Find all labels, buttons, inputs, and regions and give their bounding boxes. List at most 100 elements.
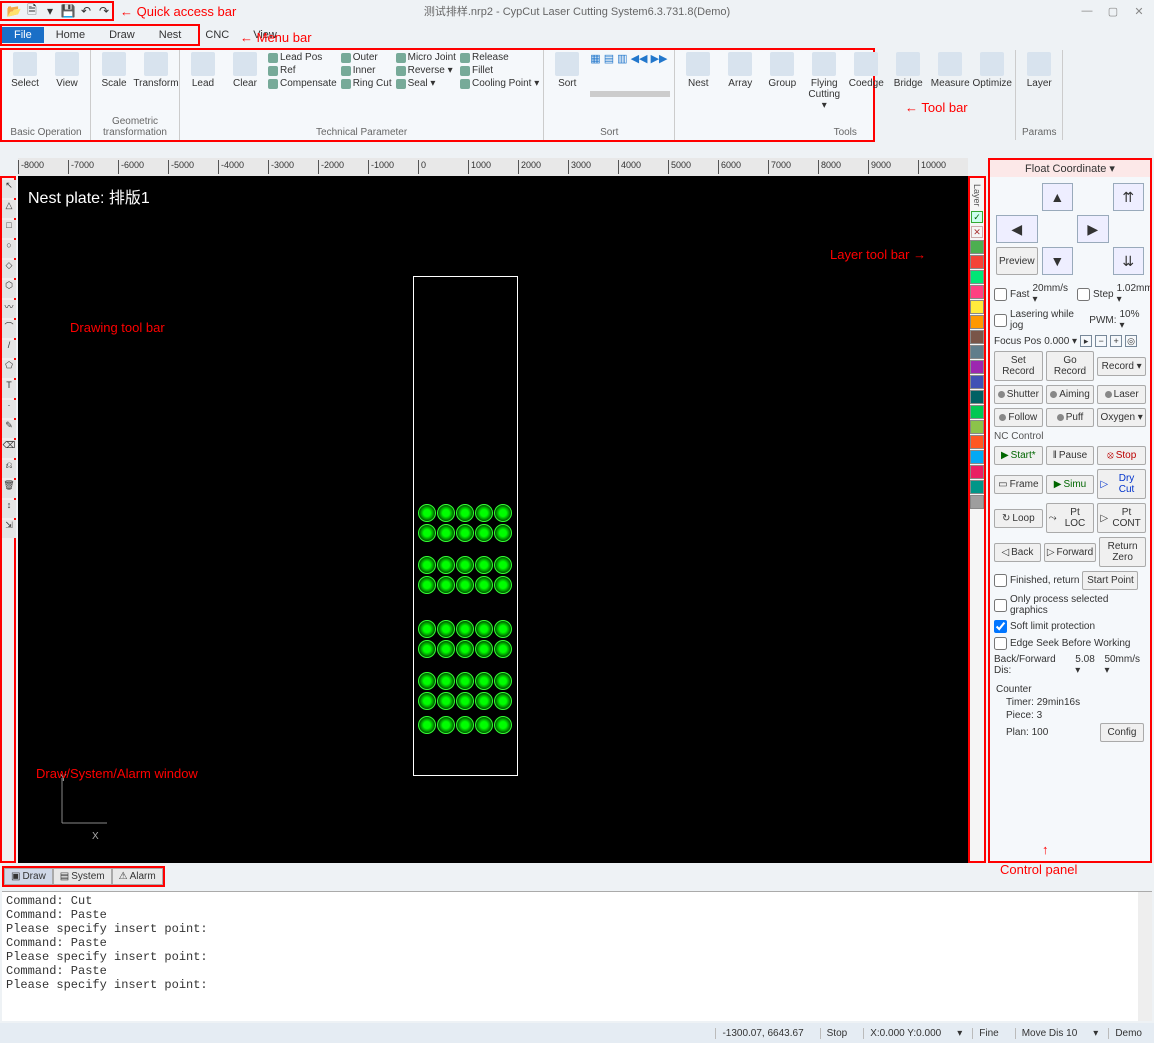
ribbon-group-button[interactable]: Group <box>763 52 801 89</box>
ribbon-lead-pos-button[interactable]: Lead Pos <box>268 52 337 63</box>
layer-swatch-4[interactable] <box>970 300 984 314</box>
ribbon-cooling-point--button[interactable]: Cooling Point ▾ <box>460 78 539 89</box>
layer-swatch-7[interactable] <box>970 345 984 359</box>
preview-button[interactable]: Preview <box>996 247 1038 275</box>
ribbon-release-button[interactable]: Release <box>460 52 539 63</box>
layer-swatch-11[interactable] <box>970 405 984 419</box>
drawtool-2[interactable]: □ <box>2 220 16 238</box>
drawtool-7[interactable]: ⌒ <box>2 320 16 338</box>
stop-button[interactable]: ⦻ Stop <box>1097 446 1146 465</box>
laser-button[interactable]: Laser <box>1097 385 1146 404</box>
drawtool-1[interactable]: △ <box>2 200 16 218</box>
backfwd-val1[interactable]: 5.08 ▾ <box>1075 654 1101 676</box>
drawtool-11[interactable]: · <box>2 400 16 418</box>
ptcont-button[interactable]: ▷ Pt CONT <box>1097 503 1146 533</box>
btab-draw[interactable]: ▣ Draw <box>4 868 53 885</box>
tab-draw[interactable]: Draw <box>97 27 147 43</box>
tab-home[interactable]: Home <box>44 27 97 43</box>
drawtool-5[interactable]: ⬡ <box>2 280 16 298</box>
maximize-button[interactable]: ▢ <box>1104 5 1122 18</box>
finished-checkbox[interactable] <box>994 574 1007 587</box>
drawtool-17[interactable]: ⇲ <box>2 520 16 538</box>
aiming-button[interactable]: Aiming <box>1046 385 1095 404</box>
tab-nest[interactable]: Nest <box>147 27 194 43</box>
layer-swatch-16[interactable] <box>970 480 984 494</box>
float-coordinate-dropdown[interactable]: Float Coordinate ▾ <box>990 160 1150 177</box>
ribbon-array-button[interactable]: Array <box>721 52 759 89</box>
follow-button[interactable]: Follow <box>994 408 1043 427</box>
tab-file[interactable]: File <box>2 27 44 43</box>
softlimit-checkbox[interactable] <box>994 620 1007 633</box>
close-button[interactable]: ✕ <box>1130 5 1148 18</box>
ribbon-select-button[interactable]: Select <box>6 52 44 89</box>
layer-swatch-13[interactable] <box>970 435 984 449</box>
nested-parts-row[interactable] <box>418 692 512 710</box>
ribbon-compensate-button[interactable]: Compensate <box>268 78 337 89</box>
ribbon-inner-button[interactable]: Inner <box>341 65 392 76</box>
drawtool-15[interactable]: 🗑 <box>2 480 16 498</box>
drawtool-14[interactable]: ⎌ <box>2 460 16 478</box>
step-value[interactable]: 1.02mm ▾ <box>1117 283 1152 305</box>
qat-save-icon[interactable]: 💾 <box>60 3 76 19</box>
qat-open-icon[interactable]: 📂 <box>6 3 22 19</box>
ribbon-coedge-button[interactable]: Coedge <box>847 52 885 89</box>
ribbon-sort-button[interactable]: Sort <box>548 52 586 89</box>
start-button[interactable]: ▶ Start* <box>994 446 1043 465</box>
drawtool-3[interactable]: ○ <box>2 240 16 258</box>
ribbon-nest-button[interactable]: Nest <box>679 52 717 89</box>
focus-minus-icon[interactable]: − <box>1095 335 1107 347</box>
focus-next-icon[interactable]: ▸ <box>1080 335 1092 347</box>
minimize-button[interactable]: — <box>1078 5 1096 18</box>
record-dd-button[interactable]: Record ▾ <box>1097 357 1146 376</box>
btab-system[interactable]: ▤ System <box>53 868 112 885</box>
qat-new-icon[interactable]: 🗎 <box>24 3 40 19</box>
puff-button[interactable]: Puff <box>1046 408 1095 427</box>
qat-dd-icon[interactable]: ▾ <box>42 3 58 19</box>
layer-swatch-0[interactable] <box>970 240 984 254</box>
fast-value[interactable]: 20mm/s ▾ <box>1032 283 1068 305</box>
ribbon-fillet-button[interactable]: Fillet <box>460 65 539 76</box>
config-button[interactable]: Config <box>1100 723 1144 742</box>
shutter-button[interactable]: Shutter <box>994 385 1043 404</box>
fast-checkbox[interactable] <box>994 288 1007 301</box>
ribbon-flying-cutting--button[interactable]: Flying Cutting ▾ <box>805 52 843 111</box>
ribbon-view-button[interactable]: View <box>48 52 86 89</box>
layer-swatch-14[interactable] <box>970 450 984 464</box>
returnzero-button[interactable]: Return Zero <box>1099 537 1146 567</box>
layer-swatch-12[interactable] <box>970 420 984 434</box>
nested-parts-row[interactable] <box>418 504 512 522</box>
ribbon-reverse--button[interactable]: Reverse ▾ <box>396 65 456 76</box>
layer-swatch-1[interactable] <box>970 255 984 269</box>
jog-left-button[interactable]: ◀ <box>996 215 1038 243</box>
status-xy[interactable]: X:0.000 Y:0.000 <box>863 1028 947 1039</box>
drawtool-12[interactable]: ✎ <box>2 420 16 438</box>
layer-swatch-15[interactable] <box>970 465 984 479</box>
drawtool-13[interactable]: ⌫ <box>2 440 16 458</box>
layer-swatch-17[interactable] <box>970 495 984 509</box>
nested-parts-row[interactable] <box>418 620 512 638</box>
qat-undo-icon[interactable]: ↶ <box>78 3 94 19</box>
edgeseek-checkbox[interactable] <box>994 637 1007 650</box>
drawtool-16[interactable]: ↕ <box>2 500 16 518</box>
qat-redo-icon[interactable]: ↷ <box>96 3 112 19</box>
ribbon-outer-button[interactable]: Outer <box>341 52 392 63</box>
ribbon-clear-button[interactable]: Clear <box>226 52 264 89</box>
drawtool-6[interactable]: 〰 <box>2 300 16 318</box>
canvas[interactable]: Nest plate: 排版1 Y X <box>18 176 968 863</box>
nested-parts-row[interactable] <box>418 716 512 734</box>
layer-swatch-6[interactable] <box>970 330 984 344</box>
focus-value[interactable]: 0.000 ▾ <box>1044 336 1077 347</box>
ribbon-bridge-button[interactable]: Bridge <box>889 52 927 89</box>
onlysel-checkbox[interactable] <box>994 599 1007 612</box>
ribbon-ref-button[interactable]: Ref <box>268 65 337 76</box>
layer-swatch-9[interactable] <box>970 375 984 389</box>
jog-zplus-button[interactable]: ⇈ <box>1113 183 1144 211</box>
backfwd-val2[interactable]: 50mm/s ▾ <box>1104 654 1146 676</box>
drawtool-4[interactable]: ◇ <box>2 260 16 278</box>
layer-swatch-3[interactable] <box>970 285 984 299</box>
pwm-value[interactable]: 10% ▾ <box>1120 309 1147 331</box>
go-record-button[interactable]: Go Record <box>1046 351 1095 381</box>
ribbon-seal--button[interactable]: Seal ▾ <box>396 78 456 89</box>
layer-swatch-2[interactable] <box>970 270 984 284</box>
finished-value[interactable]: Start Point <box>1082 571 1138 590</box>
